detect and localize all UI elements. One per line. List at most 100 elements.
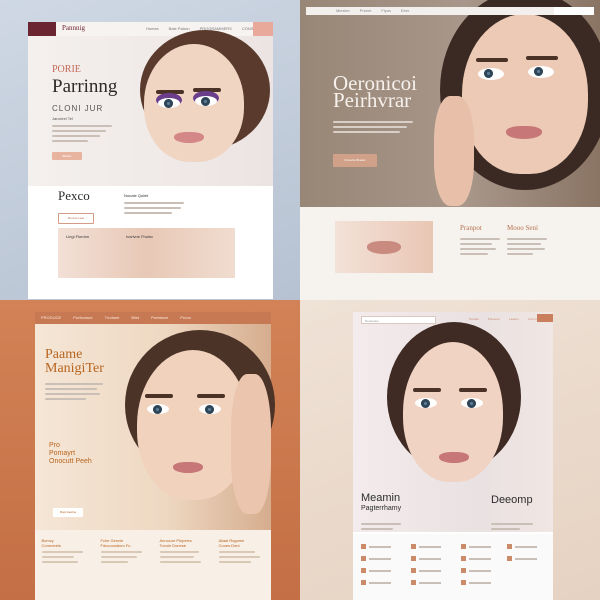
section-title: Pexco [58,188,90,203]
hero-section: Paame ManigiTer Pro Pomayrt Onocutt Peeh… [35,324,275,530]
hero-section: PORIE Parrinng CLONI JUR Jancieel Tel Bu… [28,30,273,186]
feature-column: Bomcy Comroeels [41,538,88,600]
nav-cta-button[interactable] [537,314,553,322]
nav-link[interactable]: Perfatoce [151,315,168,320]
panel-top-right: Mieslen Prsent Fiyos Elrer Oeronicoi Pei… [300,0,600,300]
hero-subtitle: Pagterrhamy [361,505,402,512]
hand-shape [434,96,474,206]
nav-link[interactable]: Bale Patron [169,26,190,31]
bullet-icon [461,568,466,573]
nav-link[interactable]: PROGUCE [41,315,61,320]
eye [415,398,437,408]
search-input[interactable]: Ruranaiee [361,316,436,324]
nav-link[interactable]: Elrer [401,8,409,13]
feature-column: Annocoe Plepeies Tocoie Donese [159,538,206,600]
lips [439,452,469,463]
feature-item [411,568,441,573]
feature-grid [353,534,553,600]
feature-item [361,544,391,549]
nav-link[interactable]: Porfsonsre [73,315,92,320]
hero-title: Meamin [361,492,401,504]
eye [158,98,180,108]
feature-item [361,556,391,561]
nav-link[interactable]: Fiyos [381,8,391,13]
hero-eyebrow: PORIE [52,64,81,75]
brow [156,90,184,94]
nav-link[interactable]: Prsent [360,8,372,13]
nav-link[interactable]: Toranie [469,317,479,321]
logo-text[interactable]: Pannnig [62,24,85,32]
bullet-icon [411,580,416,585]
hero-body-text [333,118,413,136]
feature-item [461,556,491,561]
face-shape [462,14,588,174]
nav-link[interactable]: Homes [146,26,159,31]
nav-link[interactable]: Mieslen [336,8,350,13]
brow [193,88,221,92]
nav-link[interactable]: Lasens [509,317,519,321]
hero-button[interactable]: Ropt Aeolne [53,508,83,517]
section-body-text [124,199,184,217]
eye [195,96,217,106]
section-button[interactable]: Ronvet Leet [58,213,94,224]
eye [199,404,221,414]
nav-cta-button[interactable] [554,7,594,15]
feature-item [411,556,441,561]
logo-block[interactable] [28,22,56,36]
nav-links: Toranie Pomeron Lasens Comnnaro [469,317,542,321]
panel-top-left: Pannnig Homes Bale Patron PROGRAMMERS CO… [0,0,300,300]
top-nav: Mieslen Prsent Fiyos Elrer [306,7,594,15]
eye [147,404,169,414]
feature-column: Aliaal Rsgame Cooes Dent [218,538,265,600]
web-page: Ruranaiee Toranie Pomeron Lasens Comnnar… [353,312,553,600]
hero-body-text [45,380,103,403]
hero-title-2: Peirhvrar [333,88,412,112]
hero-section: Mieslen Prsent Fiyos Elrer Oeronicoi Pei… [300,0,600,207]
hero-button[interactable]: Poverite Bluelet [333,154,377,167]
column-body-text [507,235,547,258]
feature-columns: Bomcy Comroeels Fche Gennie Fdocoonalom … [35,530,271,600]
bullet-icon [411,568,416,573]
band-label: Ivorivne Fhoiec [126,234,154,239]
band-label: Lingl Florrion [66,234,90,239]
bullet-icon [411,544,416,549]
brow [526,56,558,60]
content-section: Pexco Ronvet Leet Nouale Quiiet Lingl Fl… [28,186,273,299]
bullet-icon [411,556,416,561]
bullet-icon [507,544,512,549]
feature-column: Fche Gennie Fdocoonalom Fu [100,538,147,600]
nav-cta-button[interactable] [253,22,273,36]
hand-shape [231,374,271,514]
panel-bottom-right: Ruranaiee Toranie Pomeron Lasens Comnnar… [300,300,600,600]
bullet-icon [361,544,366,549]
column-title: Mooo Seni [507,224,538,232]
feature-item [507,556,537,561]
lips [174,132,204,143]
eye [478,68,504,80]
column-title: Pranpot [460,224,482,232]
nav-link[interactable]: Bilet [131,315,139,320]
column-subtitle: Cooes Dent [218,543,240,548]
brow [476,58,508,62]
hero-body-text [491,520,533,533]
feature-item [507,544,537,549]
hero-title-right: Deeomp [491,494,533,506]
hero-button[interactable]: Buttan [52,152,82,160]
section-label: Nouale Quiiet [124,193,149,198]
column-body-text [460,235,500,258]
bullet-icon [461,580,466,585]
panel-bottom-left: PROGUCE Porfsonsre Trrotsee Bilet Perfat… [0,300,300,600]
hero-section: Ruranaiee Toranie Pomeron Lasens Comnnar… [353,312,553,532]
eye [461,398,483,408]
hero-title: Parrinng [52,76,118,97]
column-subtitle: Fdocoonalom Fu [100,543,131,548]
feature-item [411,544,441,549]
nav-link[interactable]: Prono [180,315,191,320]
bullet-icon [507,556,512,561]
nav-link[interactable]: Pomeron [488,317,500,321]
nav-link[interactable]: Trrotsee [105,315,120,320]
feature-item [461,568,491,573]
brow [197,394,225,398]
feature-item [361,580,391,585]
hero-label: Jancieel Tel [52,116,73,121]
